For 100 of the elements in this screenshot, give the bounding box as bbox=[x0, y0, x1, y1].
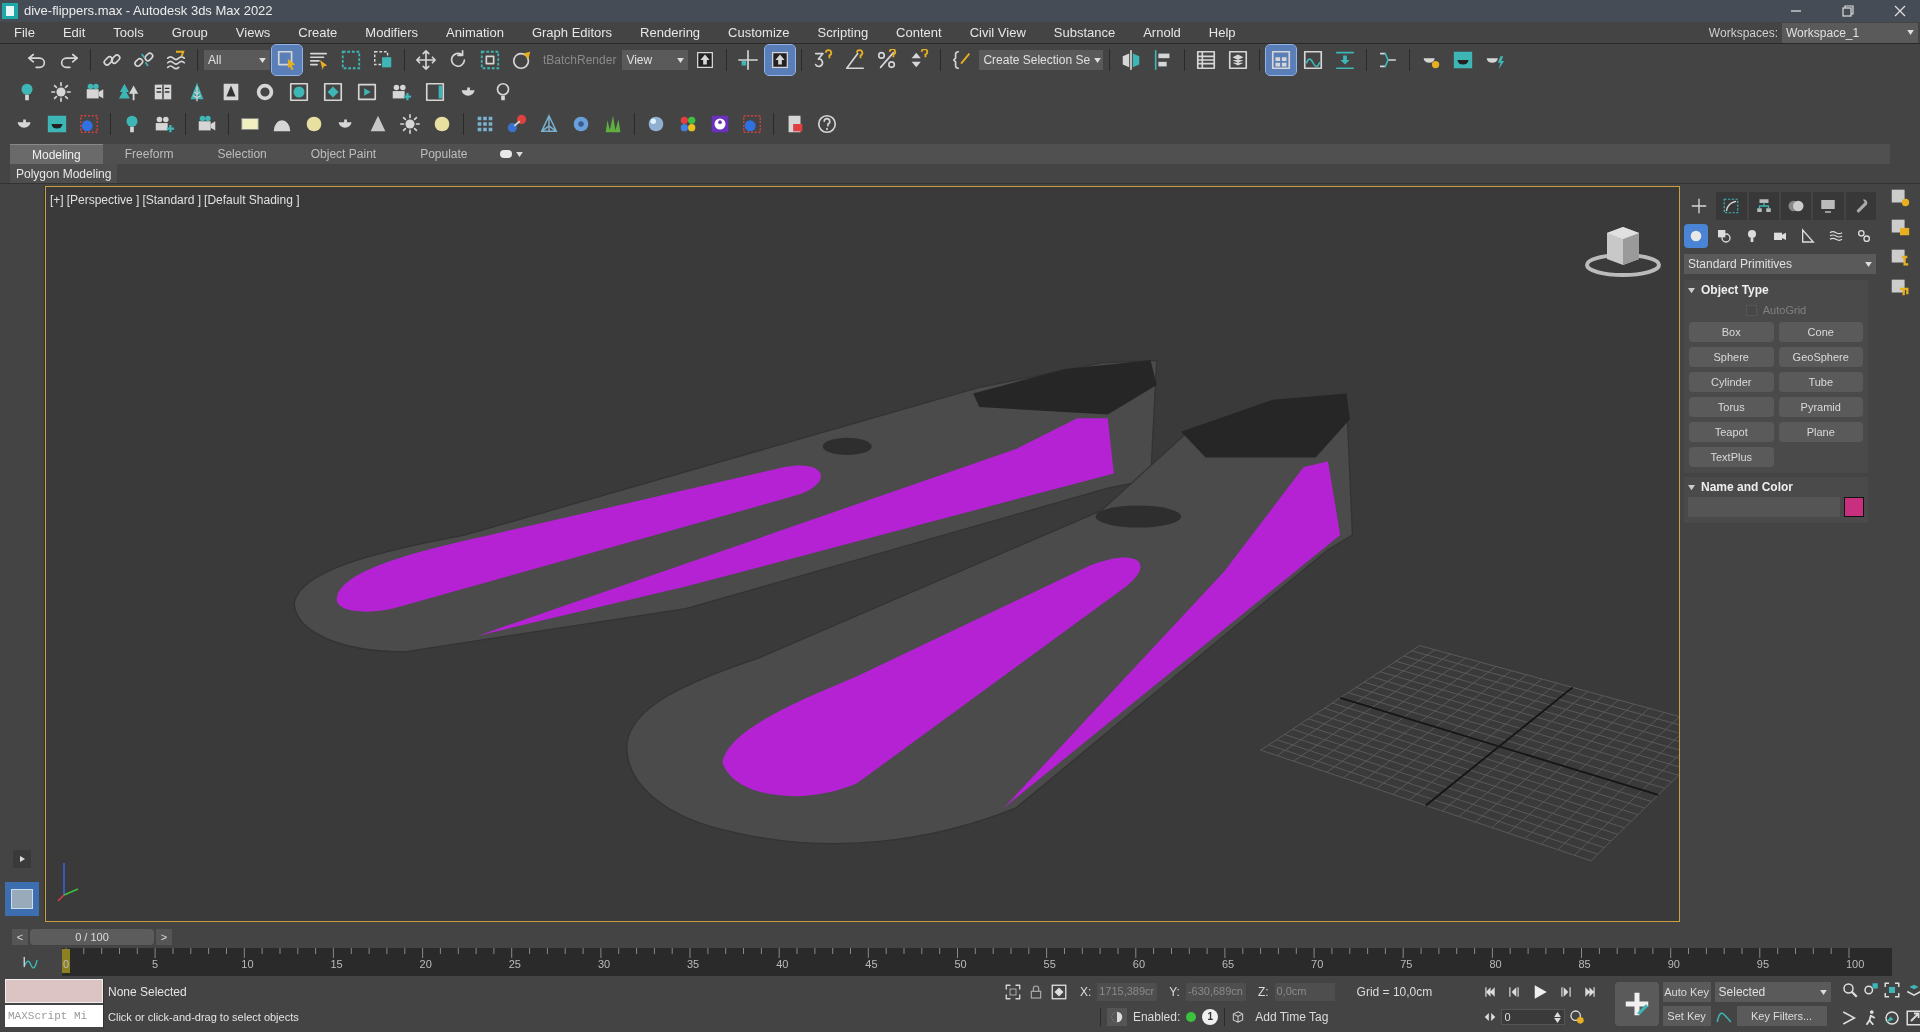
menu-item[interactable]: Customize bbox=[714, 22, 804, 43]
menu-item[interactable]: Animation bbox=[432, 22, 518, 43]
sun-icon[interactable] bbox=[399, 113, 421, 135]
isolate-selection-icon[interactable] bbox=[1003, 982, 1022, 1001]
menu-item[interactable]: Civil View bbox=[955, 22, 1040, 43]
previous-key-icon[interactable] bbox=[1506, 985, 1521, 999]
enabled-badge[interactable]: 1 bbox=[1202, 1008, 1219, 1025]
key-mode-dropdown[interactable]: Selected bbox=[1714, 982, 1831, 1002]
zoom-extents-icon[interactable] bbox=[1883, 981, 1902, 999]
auto-key-button[interactable]: Auto Key bbox=[1662, 982, 1711, 1002]
viewport-label[interactable]: [Perspective ] bbox=[66, 191, 140, 209]
orbit-icon[interactable] bbox=[1883, 1009, 1902, 1027]
menu-item[interactable]: File bbox=[6, 22, 49, 43]
key-filters-button[interactable]: Key Filters... bbox=[1736, 1006, 1827, 1026]
sphere-button[interactable] bbox=[1684, 224, 1708, 248]
rollout-header[interactable]: Name and Color bbox=[1684, 477, 1868, 497]
timeline-track[interactable]: 0 5 10 15 20 25 30 35 40 45 50 55 60 65 70 75 80 85 90 95 100 bbox=[62, 948, 1892, 976]
table-icon[interactable] bbox=[1195, 49, 1218, 71]
cube-icon[interactable] bbox=[1231, 1009, 1246, 1024]
wave-link-icon[interactable] bbox=[165, 49, 187, 71]
primitive-button[interactable]: Torus bbox=[1689, 397, 1774, 417]
previous-frame-button[interactable]: < bbox=[12, 929, 28, 945]
key-mode-icon[interactable] bbox=[1482, 1010, 1497, 1024]
primitive-button[interactable]: Cone bbox=[1778, 322, 1863, 342]
menu-item[interactable]: Scripting bbox=[803, 22, 883, 43]
dashed-region-icon[interactable] bbox=[340, 49, 362, 71]
play-screen-icon[interactable] bbox=[356, 81, 378, 103]
menu-item[interactable]: Graph Editors bbox=[517, 22, 627, 43]
molecule-icon[interactable] bbox=[506, 113, 528, 135]
menu-item[interactable]: Arnold bbox=[1129, 22, 1195, 43]
time-slider-marker[interactable] bbox=[62, 949, 70, 973]
move-icon[interactable] bbox=[415, 49, 437, 71]
ring-icon[interactable] bbox=[254, 81, 276, 103]
layers-icon[interactable] bbox=[1227, 49, 1250, 71]
circles-tab[interactable] bbox=[1781, 192, 1812, 220]
ribbon-toggle-button[interactable] bbox=[1266, 45, 1297, 75]
set-key-text-button[interactable]: Set Key bbox=[1662, 1006, 1711, 1026]
trees-icon[interactable] bbox=[118, 81, 140, 103]
viewport-label[interactable]: [Default Shading ] bbox=[204, 191, 300, 209]
viewport-label[interactable]: [+] bbox=[50, 191, 64, 209]
primitive-button[interactable]: Plane bbox=[1778, 422, 1863, 442]
maxscript-input[interactable]: MAXScript Mi bbox=[5, 1005, 103, 1027]
adaptive-degradation-button[interactable] bbox=[1106, 1007, 1127, 1026]
menu-item[interactable]: Group bbox=[157, 22, 222, 43]
primitive-button[interactable]: Tube bbox=[1778, 372, 1863, 392]
hierarchy-tab[interactable] bbox=[1748, 192, 1779, 220]
cursor-box-button[interactable] bbox=[765, 45, 796, 75]
viewport-label[interactable]: [Standard ] bbox=[142, 191, 202, 209]
restore-icon[interactable] bbox=[1842, 5, 1854, 17]
select-object-button[interactable] bbox=[272, 45, 302, 75]
reference-coordinate-dropdown[interactable]: View bbox=[622, 50, 689, 70]
collapse-arrow-icon[interactable] bbox=[1688, 483, 1695, 491]
primitive-button[interactable]: TextPlus bbox=[1689, 447, 1774, 467]
angle-snap-icon[interactable] bbox=[844, 49, 867, 71]
primitive-button[interactable]: Cylinder bbox=[1689, 372, 1774, 392]
viewport[interactable]: [+] [Perspective ] [Standard ] [Default Shading ] bbox=[45, 186, 1680, 922]
add-time-tag-text[interactable]: Add Time Tag bbox=[1255, 1007, 1329, 1026]
expand-button[interactable] bbox=[13, 850, 31, 868]
percent-snap-icon[interactable] bbox=[876, 49, 899, 71]
sun-icon[interactable] bbox=[50, 81, 72, 103]
ribbon-tab[interactable]: Freeform bbox=[102, 144, 196, 164]
next-frame-button[interactable]: > bbox=[156, 929, 172, 945]
ribbon-tab[interactable]: Modeling bbox=[10, 144, 103, 164]
ribbon-tab[interactable]: Selection bbox=[195, 144, 289, 164]
go-to-start-icon[interactable] bbox=[1482, 985, 1497, 999]
curve-editor-icon[interactable] bbox=[1302, 49, 1325, 71]
primitive-button[interactable]: Pyramid bbox=[1778, 397, 1863, 417]
primitive-button[interactable]: Sphere bbox=[1689, 347, 1774, 367]
menu-item[interactable]: Modifiers bbox=[351, 22, 433, 43]
menu-item[interactable]: Content bbox=[882, 22, 956, 43]
selection-filter-dropdown[interactable]: All bbox=[204, 50, 270, 70]
time-configuration-icon[interactable] bbox=[1568, 1009, 1585, 1025]
primitive-button[interactable]: Teapot bbox=[1689, 422, 1774, 442]
object-color-swatch[interactable] bbox=[1844, 497, 1864, 517]
pyramid-wire-icon[interactable] bbox=[538, 113, 560, 135]
primitive-button[interactable]: GeoSphere bbox=[1778, 347, 1863, 367]
help-icon[interactable] bbox=[816, 113, 838, 135]
palette-icon[interactable] bbox=[709, 113, 731, 135]
workspace-dropdown[interactable]: Workspace_1 bbox=[1782, 22, 1918, 43]
primitive-type-dropdown[interactable]: Standard Primitives bbox=[1684, 254, 1876, 274]
next-key-icon[interactable] bbox=[1558, 985, 1573, 999]
rollout-header[interactable]: Object Type bbox=[1684, 280, 1868, 300]
ribbon-options-button[interactable] bbox=[499, 150, 523, 158]
zoom-icon[interactable] bbox=[1840, 981, 1859, 999]
menu-item[interactable]: Rendering bbox=[626, 22, 715, 43]
scale-icon[interactable] bbox=[479, 49, 501, 71]
ribbon-panel-tab[interactable]: Polygon Modeling bbox=[10, 164, 118, 183]
curve-tab[interactable] bbox=[1716, 192, 1747, 220]
menu-item[interactable]: Tools bbox=[99, 22, 158, 43]
download-bar-icon[interactable] bbox=[1334, 49, 1357, 71]
menu-item[interactable]: Edit bbox=[48, 22, 100, 43]
maximize-icon[interactable] bbox=[1904, 1009, 1920, 1027]
panel-icon[interactable] bbox=[424, 81, 446, 103]
menu-item[interactable]: Create bbox=[284, 22, 352, 43]
menu-item[interactable]: Help bbox=[1194, 22, 1250, 43]
primitive-button[interactable]: Box bbox=[1689, 322, 1774, 342]
ribbon-tab[interactable]: Object Paint bbox=[288, 144, 399, 164]
current-frame-field[interactable]: 0 bbox=[1500, 1009, 1565, 1025]
ribbon-tab[interactable]: Populate bbox=[398, 144, 490, 164]
selection-set-dropdown[interactable]: Create Selection Se bbox=[979, 50, 1104, 70]
